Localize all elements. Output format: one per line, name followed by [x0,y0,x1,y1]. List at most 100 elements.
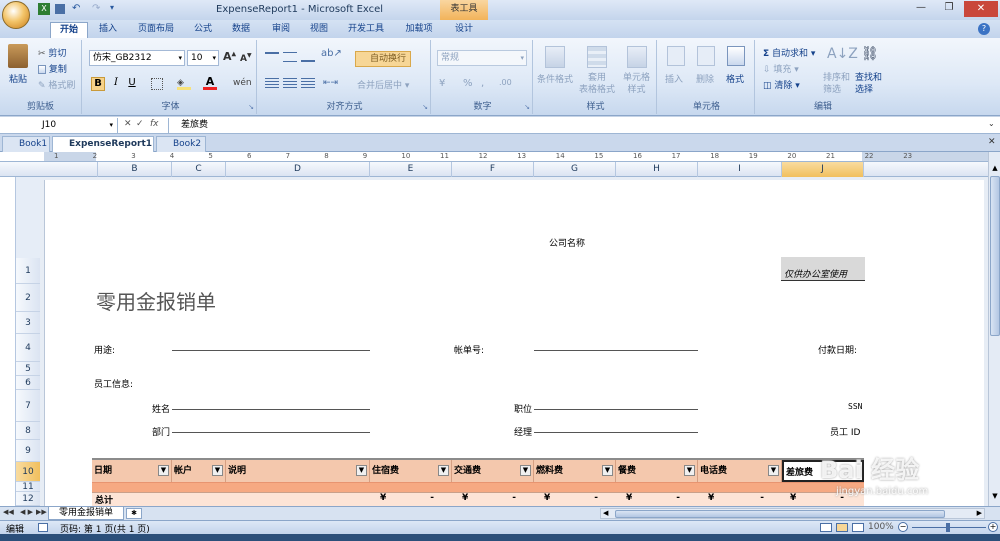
zoom-in-icon[interactable]: + [988,522,998,532]
font-color-button[interactable]: A [203,76,217,90]
tab-design[interactable]: 设计 [448,22,480,38]
phonetic-icon[interactable]: wén [233,78,252,88]
quick-access-customize-icon[interactable]: ▾ [110,3,114,12]
column-header-i[interactable]: I [698,162,782,177]
percent-button[interactable]: % [463,78,473,89]
format-cells-icon[interactable] [727,46,745,66]
paste-icon[interactable] [8,44,28,68]
insert-function-button[interactable]: fx [150,119,159,129]
column-header-b[interactable]: B [98,162,172,177]
cell-styles-button[interactable]: 单元格 样式 [623,72,650,96]
table-header-meals[interactable]: 餐费 ▼ [616,460,698,482]
row-header-11[interactable]: 11 [16,482,40,492]
sheet-nav-last-icon[interactable]: ▶▶ [36,508,47,516]
autosum-button[interactable]: Σ 自动求和 ▾ [763,46,815,59]
page-break-view-icon[interactable] [852,523,864,532]
delete-cells-icon[interactable] [697,46,715,66]
purpose-field[interactable] [172,350,370,351]
workbook-tab-book2[interactable]: Book2 [156,136,206,152]
table-header-fuel[interactable]: 燃料费 ▼ [534,460,616,482]
align-top-icon[interactable] [265,52,279,62]
confirm-entry-icon[interactable]: ✓ [136,119,144,129]
tab-data[interactable]: 数据 [226,22,256,38]
cancel-entry-icon[interactable]: ✕ [124,119,132,129]
number-format-select[interactable]: 常规 ▾ [437,50,527,66]
redo-icon[interactable]: ↷ [92,3,100,14]
borders-icon[interactable] [151,78,163,90]
tab-page-layout[interactable]: 页面布局 [132,22,180,38]
workbook-tab-book1[interactable]: Book1 [2,136,50,152]
horizontal-scroll-thumb[interactable] [615,510,945,518]
comma-button[interactable]: , [481,78,484,89]
fill-color-icon[interactable]: ◈ [177,78,191,90]
binoculars-icon[interactable]: ⛓ [861,46,879,62]
row-header-9[interactable]: 9 [16,440,40,462]
row-header-1[interactable]: 1 [16,258,40,284]
sort-filter-icon[interactable]: A↓Z [827,46,858,62]
scroll-left-icon[interactable]: ◀ [603,509,608,517]
tab-view[interactable]: 视图 [304,22,334,38]
align-right-icon[interactable] [301,78,315,88]
cell-styles-icon[interactable] [627,46,647,68]
restore-icon[interactable]: ❐ [936,2,962,16]
scroll-thumb[interactable] [990,176,1000,336]
merge-center-button[interactable]: 合并后居中 ▾ [357,78,409,91]
row-header-4[interactable]: 4 [16,334,40,362]
filter-dropdown-icon[interactable]: ▼ [684,465,695,476]
row-header-8[interactable]: 8 [16,422,40,440]
underline-button[interactable]: U [125,77,139,91]
zoom-slider-thumb[interactable] [946,523,950,532]
sheet-tab-active[interactable]: 零用金报销单 [48,507,124,520]
table-header-description[interactable]: 说明 ▼ [226,460,370,482]
align-left-icon[interactable] [265,78,279,88]
insert-sheet-icon[interactable]: ✱ [126,508,142,519]
bold-button[interactable]: B [91,77,105,91]
format-painter-button[interactable]: ✎ 格式刷 [38,78,75,91]
column-header-h[interactable]: H [616,162,698,177]
zoom-out-icon[interactable]: − [898,522,908,532]
close-workbook-icon[interactable]: ✕ [988,137,996,147]
column-header-g[interactable]: G [534,162,616,177]
row-header-2[interactable]: 2 [16,284,40,312]
vertical-scrollbar[interactable]: ▲ ▼ [988,152,1000,506]
font-size-select[interactable]: 10 ▾ [187,50,219,66]
filter-dropdown-icon[interactable]: ▼ [520,465,531,476]
undo-icon[interactable]: ↶ [72,3,80,14]
sheet-nav-first-icon[interactable]: ◀◀ [3,508,14,516]
expand-formula-icon[interactable]: ⌄ [988,119,995,128]
tab-insert[interactable]: 插入 [92,22,124,38]
row-header-3[interactable]: 3 [16,312,40,334]
fill-button[interactable]: ⇩ 填充 ▾ [763,62,799,75]
name-box[interactable]: J10 ▾ [0,118,118,133]
orientation-icon[interactable]: ab↗ [321,48,342,59]
wrap-text-button[interactable]: 自动换行 [355,51,411,67]
shrink-font-button[interactable]: A▼ [240,52,252,64]
conditional-format-icon[interactable] [545,46,565,68]
scroll-down-icon[interactable]: ▼ [990,492,1000,502]
filter-dropdown-icon[interactable]: ▼ [768,465,779,476]
align-center-icon[interactable] [283,78,297,88]
row-header-7[interactable]: 7 [16,390,40,422]
dialog-launcher-icon[interactable]: ↘ [422,103,428,111]
zoom-slider[interactable] [912,523,986,532]
account-number-field[interactable] [534,350,698,351]
row-header-10[interactable]: 10 [16,462,40,482]
tab-developer[interactable]: 开发工具 [344,22,388,38]
department-field[interactable] [172,432,370,433]
decimal-icon[interactable]: .00 [499,78,512,87]
cut-button[interactable]: ✂ 剪切 [38,46,66,59]
filter-dropdown-icon[interactable]: ▼ [158,465,169,476]
tab-home[interactable]: 开始 [50,22,88,38]
currency-icon[interactable]: ¥ [439,78,445,89]
table-header-phone[interactable]: 电话费 ▼ [698,460,782,482]
table-format-button[interactable]: 套用 表格格式 [579,72,615,96]
table-row[interactable] [92,482,864,492]
paste-button[interactable]: 粘贴 [9,72,27,85]
font-name-select[interactable]: 仿宋_GB2312 ▾ [89,50,185,66]
dialog-launcher-icon[interactable]: ↘ [248,103,254,111]
table-header-transport[interactable]: 交通费 ▼ [452,460,534,482]
column-header-j[interactable]: J [782,162,864,177]
scroll-right-icon[interactable]: ▶ [977,509,982,517]
copy-button[interactable]: 复制 [38,62,67,75]
minimize-icon[interactable]: — [908,2,934,16]
